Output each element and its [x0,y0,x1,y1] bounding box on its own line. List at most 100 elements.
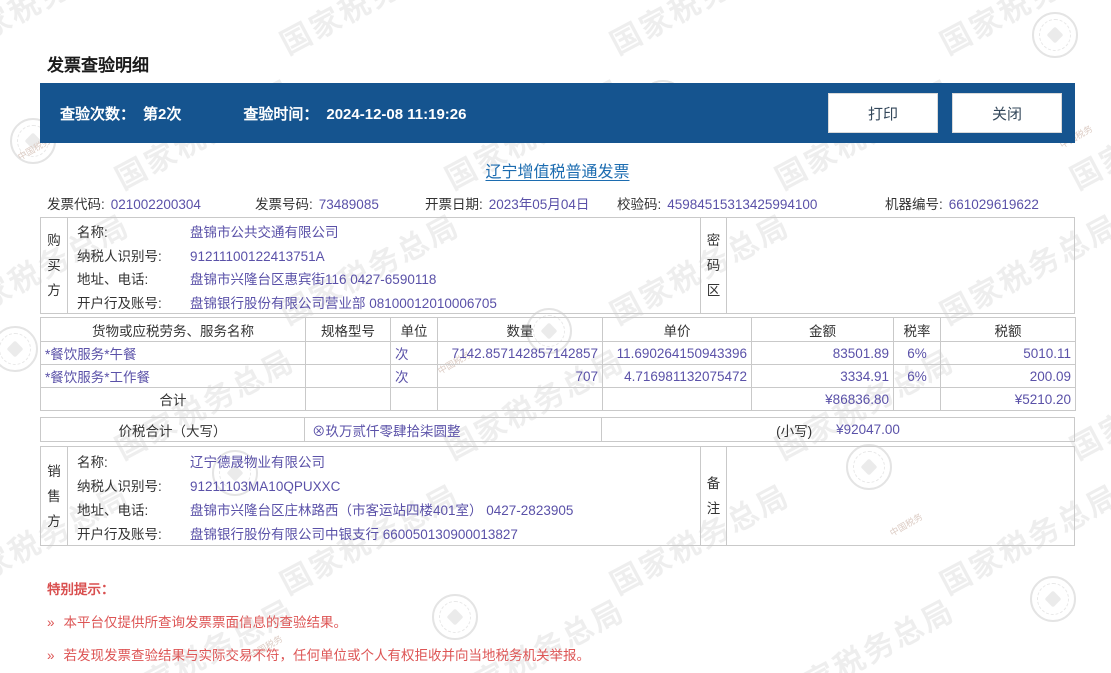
buyer-name-row: 名称: 盘锦市公共交通有限公司 [77,221,700,245]
col-header-spec: 规格型号 [305,317,391,342]
check-count-value: 第2次 [143,105,182,123]
col-header-tax: 税额 [940,317,1076,342]
invoice-code-value: 021002200304 [110,197,201,212]
amount-total-row: 价税合计（大写） ⊗玖万贰仟零肆拾柒圆整 (小写) ¥92047.00 [40,417,1075,442]
buyer-address-row: 地址、电话: 盘锦市兴隆台区惠宾街116 0427-6590118 [77,268,700,292]
total-tax-value: ¥5210.20 [940,387,1076,411]
sum-lowercase-value: ¥92047.00 [836,422,900,437]
seller-name-row: 名称: 辽宁德晟物业有限公司 [77,451,700,475]
invoice-date-value: 2023年05月04日 [488,197,590,212]
check-time-label: 查验时间： [243,105,319,123]
close-button[interactable]: 关闭 [952,93,1062,133]
invoice-verification-page: 国家税务总局 国家税务总局 国家税务总局 国家税务总局 国家税务总局 国家税务总… [0,0,1111,673]
item-name: *餐饮服务*午餐 [40,341,306,365]
password-area [727,218,1074,313]
notice-line: » 若发现发票查验结果与实际交易不符，任何单位或个人有权拒收并向当地税务机关举报。 [47,644,590,664]
seller-address-value: 盘锦市兴隆台区庄林路西（市客运站四楼401室） 0427-2823905 [190,503,574,518]
buyer-side-label-text: 购买方 [47,233,61,298]
buyer-taxid-label: 纳税人识别号: [77,248,162,264]
seller-info: 名称: 辽宁德晟物业有限公司 纳税人识别号: 91211103MA10QPUXXC … [68,447,700,545]
table-cell-empty [893,387,941,411]
col-header-rate: 税率 [893,317,941,342]
item-unit: 次 [390,364,438,388]
notice-line: » 本平台仅提供所查询发票票面信息的查验结果。 [47,611,590,631]
col-header-price: 单价 [602,317,752,342]
invoice-date-label: 开票日期: [425,197,483,212]
notice-text: 本平台仅提供所查询发票票面信息的查验结果。 [63,615,348,630]
table-cell-empty [305,387,391,411]
buyer-section: 购买方 名称: 盘锦市公共交通有限公司 纳税人识别号: 91211100122413… [40,217,1075,314]
remarks-label: 备注 [700,447,727,545]
table-cell-empty [437,387,603,411]
buyer-taxid-value: 91211100122413751A [190,248,325,264]
sum-uppercase-label: 价税合计（大写） [41,418,305,441]
remarks-label-text: 备注 [706,476,721,516]
seller-bank-label: 开户行及账号: [77,527,162,542]
total-label: 合计 [40,387,306,411]
check-code-label: 校验码: [617,197,662,212]
total-amount-value: ¥86836.80 [751,387,894,411]
invoice-title: 辽宁增值税普通发票 [485,164,630,181]
sum-lowercase: (小写) ¥92047.00 [602,418,1074,441]
check-count: 查验次数： 第2次 [60,103,181,124]
notice-bullet: » [47,615,55,630]
buyer-address-label: 地址、电话: [77,272,149,287]
invoice-number-value: 73489085 [318,197,379,212]
item-tax: 5010.11 [940,341,1076,365]
item-amount: 83501.89 [751,341,894,365]
check-time: 查验时间： 2024-12-08 11:19:26 [243,103,466,124]
check-count-label: 查验次数： [60,105,136,123]
item-rate: 6% [893,364,941,388]
invoice-meta-row: 发票代码: 021002200304 发票号码: 73489085 开票日期: 202… [40,193,1075,213]
seller-name-value: 辽宁德晟物业有限公司 [190,455,325,470]
invoice-date: 开票日期: 2023年05月04日 [425,193,589,213]
machine-number-value: 661029619622 [948,197,1039,212]
print-button[interactable]: 打印 [828,93,938,133]
buyer-name-value: 盘锦市公共交通有限公司 [190,225,339,240]
seller-bank-value: 盘锦银行股份有限公司中银支行 660050130900013827 [190,527,518,542]
password-area-label-text: 密码区 [706,233,721,298]
sum-lowercase-label: (小写) [776,423,813,439]
items-header-row: 货物或应税劳务、服务名称 规格型号 单位 数量 单价 金额 税率 税额 [40,317,1076,342]
item-spec [305,364,391,388]
invoice-number-label: 发票号码: [255,197,313,212]
password-area-label: 密码区 [700,218,727,313]
buyer-taxid-row: 纳税人识别号: 91211100122413751A [77,245,700,269]
item-price: 11.690264150943396 [602,341,752,365]
item-qty: 707 [437,364,603,388]
item-tax: 200.09 [940,364,1076,388]
items-total-row: 合计 ¥86836.80 ¥5210.20 [40,387,1076,411]
buyer-side-label: 购买方 [41,218,68,313]
item-spec [305,341,391,365]
seller-name-label: 名称: [77,455,108,470]
items-table: 货物或应税劳务、服务名称 规格型号 单位 数量 单价 金额 税率 税额 *餐饮服… [40,317,1076,411]
seller-address-label: 地址、电话: [77,503,149,518]
seller-bank-row: 开户行及账号: 盘锦银行股份有限公司中银支行 660050130900013827 [77,523,700,547]
seller-address-row: 地址、电话: 盘锦市兴隆台区庄林路西（市客运站四楼401室） 0427-28239… [77,499,700,523]
table-cell-empty [602,387,752,411]
col-header-qty: 数量 [437,317,603,342]
notice-title: 特别提示： [47,582,115,597]
check-code: 校验码: 45984515313425994100 [617,193,817,213]
item-row: *餐饮服务*午餐 次 7142.857142857142857 11.69026… [40,341,1076,365]
seller-section: 销售方 名称: 辽宁德晟物业有限公司 纳税人识别号: 91211103MA10QPU… [40,446,1075,546]
invoice-code-label: 发票代码: [47,197,105,212]
buyer-name-label: 名称: [77,225,108,240]
toolbar: 查验次数： 第2次 查验时间： 2024-12-08 11:19:26 打印 关闭 [40,83,1075,143]
seller-taxid-row: 纳税人识别号: 91211103MA10QPUXXC [77,475,700,499]
machine-number-label: 机器编号: [885,197,943,212]
special-notice: 特别提示： » 本平台仅提供所查询发票票面信息的查验结果。 » 若发现发票查验结果与… [47,578,590,664]
seller-taxid-label: 纳税人识别号: [77,479,162,494]
col-header-amount: 金额 [751,317,894,342]
seller-taxid-value: 91211103MA10QPUXXC [190,479,341,494]
item-price: 4.716981132075472 [602,364,752,388]
seller-side-label: 销售方 [41,447,68,545]
check-time-value: 2024-12-08 11:19:26 [326,105,467,123]
toolbar-buttons: 打印 关闭 [828,93,1075,133]
buyer-bank-row: 开户行及账号: 盘锦银行股份有限公司营业部 08100012010006705 [77,292,700,316]
table-cell-empty [390,387,438,411]
machine-number: 机器编号: 661029619622 [885,193,1039,213]
notice-text: 若发现发票查验结果与实际交易不符，任何单位或个人有权拒收并向当地税务机关举报。 [63,648,591,663]
item-unit: 次 [390,341,438,365]
item-qty: 7142.857142857142857 [437,341,603,365]
